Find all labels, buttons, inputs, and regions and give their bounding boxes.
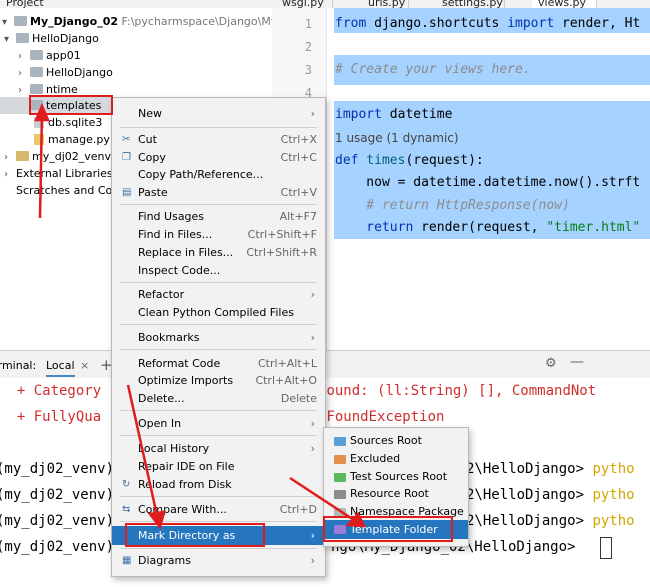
annotation-arrow-line [126, 384, 160, 521]
annotation-arrow-line [289, 476, 358, 524]
annotation-arrowhead [34, 102, 50, 122]
annotation-arrows [34, 102, 367, 530]
annotation-arrow-line [38, 111, 44, 219]
annotation-arrowhead [345, 511, 367, 528]
annotation-arrowhead [147, 510, 166, 530]
